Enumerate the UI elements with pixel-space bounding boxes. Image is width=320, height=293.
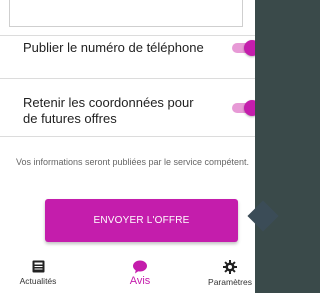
send-offer-button[interactable]: ENVOYER L'OFFRE bbox=[45, 199, 238, 242]
divider bbox=[0, 35, 255, 36]
chat-bubble-icon bbox=[133, 260, 147, 274]
nav-item-avis[interactable]: Avis bbox=[105, 260, 175, 287]
retain-contact-label: Retenir les coordonnées pour de futures … bbox=[23, 95, 194, 126]
info-note: Vos informations seront publiées par le … bbox=[15, 157, 250, 167]
divider bbox=[0, 78, 255, 79]
retain-contact-switch[interactable] bbox=[230, 98, 255, 118]
offer-form-screen: Publier le numéro de téléphone Retenir l… bbox=[0, 0, 255, 293]
publish-phone-switch[interactable] bbox=[230, 38, 255, 58]
nav-label: Paramètres bbox=[208, 277, 252, 287]
text-field[interactable] bbox=[9, 0, 243, 27]
divider bbox=[0, 136, 255, 137]
nav-label: Actualités bbox=[19, 276, 57, 286]
nav-label: Avis bbox=[129, 275, 151, 287]
news-icon bbox=[32, 260, 44, 273]
gear-icon bbox=[223, 260, 237, 274]
nav-item-actualites[interactable]: Actualités bbox=[3, 260, 73, 286]
publish-phone-label: Publier le numéro de téléphone bbox=[23, 40, 204, 55]
switch-thumb bbox=[244, 40, 255, 56]
nav-item-parametres[interactable]: Paramètres bbox=[195, 260, 255, 287]
switch-thumb bbox=[244, 100, 255, 116]
